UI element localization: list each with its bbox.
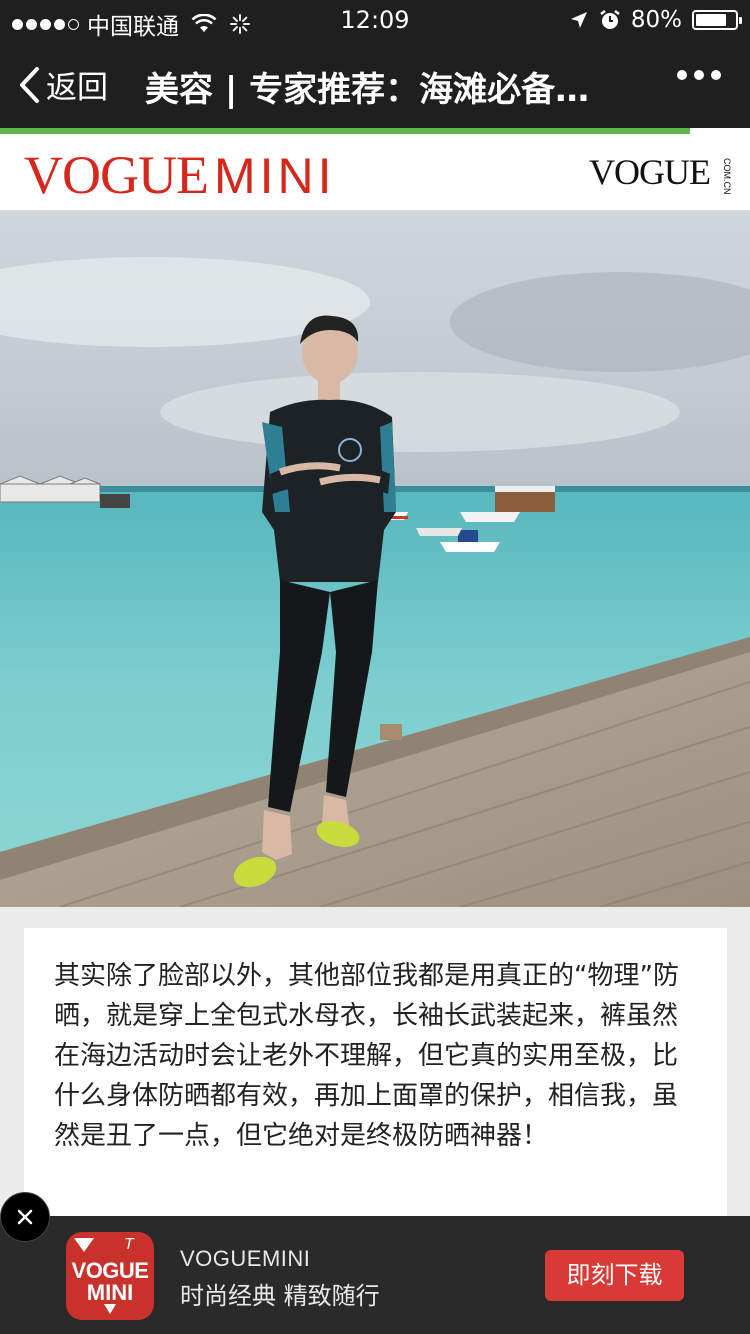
- close-ad-button[interactable]: [0, 1192, 50, 1242]
- more-icon: [677, 70, 721, 80]
- ad-tagline: 时尚经典 精致随行: [180, 1282, 380, 1310]
- voguemini-app-icon: T VOGUE MINI: [66, 1232, 154, 1320]
- download-now-button[interactable]: 即刻下载: [545, 1250, 684, 1301]
- back-button[interactable]: 返回: [18, 62, 108, 107]
- logo-sub-text: MINI: [213, 148, 336, 204]
- location-arrow-icon: [570, 12, 587, 28]
- brand-header: VOGUE MINI VOGUE COM.CN: [0, 134, 750, 212]
- app-icon-corner-letter: T: [124, 1236, 134, 1253]
- app-icon-line2: MINI: [86, 1280, 134, 1305]
- nav-bar: 返回 美容 | 专家推荐：海滩必备…: [0, 40, 750, 128]
- vogue-logo-domain: COM.CN: [722, 158, 732, 195]
- back-label: 返回: [46, 70, 108, 106]
- close-icon: [17, 1209, 33, 1225]
- vogue-logo: VOGUE: [589, 152, 711, 192]
- article-photo: [0, 212, 750, 907]
- battery-level: [696, 14, 727, 26]
- more-menu-button[interactable]: [676, 68, 722, 82]
- battery-percent: 80%: [630, 7, 682, 33]
- chevron-left-icon: [20, 66, 39, 103]
- app-download-banner[interactable]: T VOGUE MINI VOGUEMINI 时尚经典 精致随行 即刻下载: [0, 1216, 750, 1334]
- ad-app-name: VOGUEMINI: [180, 1246, 311, 1271]
- battery-icon: [692, 10, 742, 30]
- article-paragraph: 其实除了脸部以外，其他部位我都是用真正的“物理”防晒，就是穿上全包式水母衣，长袖…: [54, 961, 679, 1151]
- alarm-icon: [600, 10, 620, 29]
- logo-main-text: VOGUE: [24, 145, 209, 205]
- status-bar: 中国联通 12:09 80%: [0, 0, 750, 40]
- status-right: 80%: [569, 7, 742, 33]
- page-title: 美容 | 专家推荐：海滩必备…: [145, 70, 590, 110]
- voguemini-logo: VOGUE MINI: [24, 144, 336, 206]
- article-text-card: 其实除了脸部以外，其他部位我都是用真正的“物理”防晒，就是穿上全包式水母衣，长袖…: [24, 928, 727, 1228]
